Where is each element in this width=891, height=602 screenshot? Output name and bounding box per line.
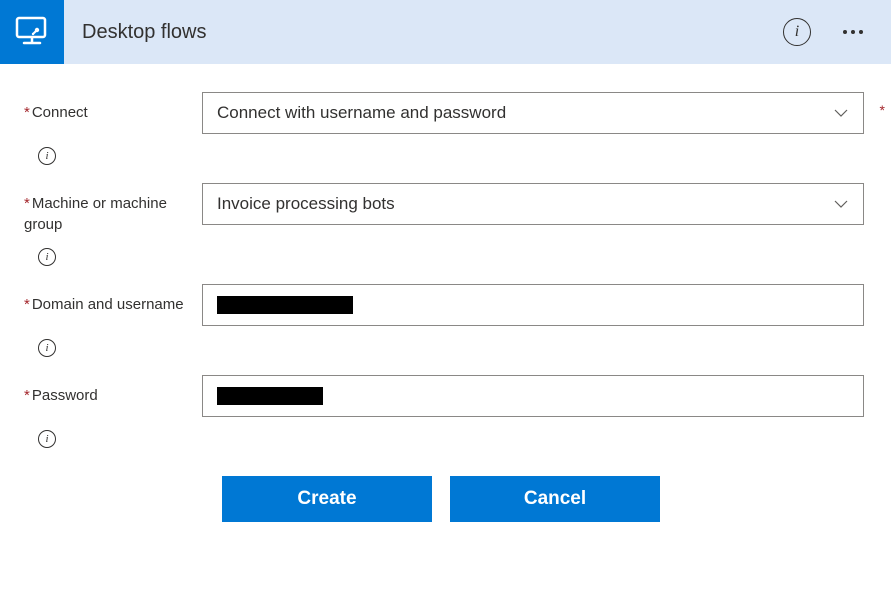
desktop-flows-icon (13, 13, 51, 51)
header-title: Desktop flows (82, 21, 207, 44)
machine-row: *Machine or machine group Invoice proces… (24, 183, 871, 235)
more-menu-button[interactable] (839, 22, 867, 42)
card-header: Desktop flows (0, 0, 891, 64)
password-input[interactable] (202, 375, 864, 417)
password-redacted-value (217, 387, 323, 405)
connect-select[interactable]: Connect with username and password (202, 92, 864, 134)
required-star: * (24, 104, 30, 121)
domain-redacted-value (217, 296, 353, 314)
info-icon[interactable] (783, 18, 811, 46)
cancel-button[interactable]: Cancel (450, 476, 660, 522)
domain-row: *Domain and username (24, 284, 871, 326)
create-button[interactable]: Create (222, 476, 432, 522)
connect-row: *Connect Connect with username and passw… (24, 92, 871, 134)
chevron-down-icon (833, 196, 849, 212)
required-star: * (24, 296, 30, 313)
app-icon-box (0, 0, 64, 64)
required-star: * (24, 195, 30, 212)
password-info-icon[interactable] (38, 430, 56, 448)
required-star: * (24, 387, 30, 404)
header-actions (783, 18, 867, 46)
password-label: *Password (24, 375, 202, 406)
machine-select[interactable]: Invoice processing bots (202, 183, 864, 225)
form-area: *Connect Connect with username and passw… (0, 64, 891, 522)
machine-select-value: Invoice processing bots (217, 194, 395, 214)
machine-info-icon[interactable] (38, 248, 56, 266)
domain-info-icon[interactable] (38, 339, 56, 357)
connect-select-value: Connect with username and password (217, 103, 506, 123)
domain-username-input[interactable] (202, 284, 864, 326)
machine-label-text: Machine or machine group (24, 195, 167, 233)
connect-info-icon[interactable] (38, 147, 56, 165)
domain-label-text: Domain and username (32, 296, 184, 313)
password-row: *Password (24, 375, 871, 417)
chevron-down-icon (833, 105, 849, 121)
connect-label: *Connect (24, 92, 202, 123)
connect-label-text: Connect (32, 104, 88, 121)
machine-label: *Machine or machine group (24, 183, 202, 235)
button-row: Create Cancel (222, 476, 871, 522)
password-label-text: Password (32, 387, 98, 404)
domain-label: *Domain and username (24, 284, 202, 315)
required-star-trailing: * (880, 102, 885, 118)
